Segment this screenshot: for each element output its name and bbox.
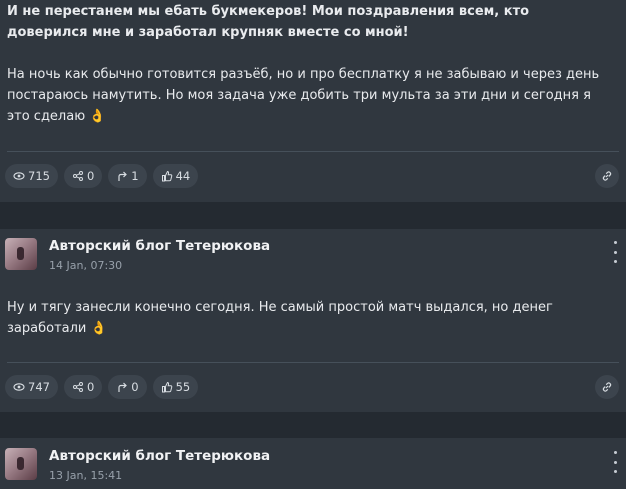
eye-icon: [13, 383, 25, 391]
views-count: 747: [28, 380, 50, 394]
author-name[interactable]: Авторский блог Тетерюкова: [49, 448, 270, 464]
post-card: Авторский блог Тетерюкова 14 Jan, 07:30 …: [0, 229, 626, 412]
post-text: Ну и тягу занесли конечно сегодня. Не са…: [7, 297, 607, 339]
divider: [7, 151, 619, 152]
post-date: 13 Jan, 15:41: [49, 469, 123, 482]
views-count: 715: [28, 169, 50, 183]
thumbs-up-icon: [161, 381, 172, 393]
share-button[interactable]: 0: [63, 164, 103, 188]
more-options-icon[interactable]: [610, 241, 620, 263]
shares-count: 0: [86, 380, 95, 394]
avatar[interactable]: [5, 448, 37, 480]
like-button[interactable]: 44: [152, 164, 199, 188]
post-stats: 747 0 0 55: [5, 375, 199, 399]
post-paragraph: И не перестанем мы ебать букмекеров! Мои…: [7, 4, 530, 40]
post-text: И не перестанем мы ебать букмекеров! Мои…: [7, 1, 607, 127]
post-stats: 715 0 1 44: [5, 164, 199, 188]
post-paragraph: На ночь как обычно готовится разъёб, но …: [7, 67, 600, 124]
post-date: 14 Jan, 07:30: [49, 259, 123, 272]
share-button[interactable]: 0: [63, 375, 103, 399]
divider: [7, 362, 619, 363]
more-options-icon[interactable]: [610, 451, 620, 473]
likes-count: 55: [175, 380, 191, 394]
avatar[interactable]: [5, 238, 37, 270]
author-name[interactable]: Авторский блог Тетерюкова: [49, 238, 270, 254]
share-icon: [72, 171, 83, 181]
post-paragraph: Ну и тягу занесли конечно сегодня. Не са…: [7, 300, 553, 336]
views-button[interactable]: 747: [5, 375, 58, 399]
forward-icon: [118, 382, 128, 392]
link-icon: [602, 171, 612, 181]
forward-button[interactable]: 1: [108, 164, 147, 188]
forward-button[interactable]: 0: [108, 375, 147, 399]
share-icon: [72, 382, 83, 392]
shares-count: 0: [86, 169, 95, 183]
like-button[interactable]: 55: [152, 375, 199, 399]
post-card: Авторский блог Тетерюкова 13 Jan, 15:41: [0, 438, 626, 489]
forward-icon: [118, 171, 128, 181]
views-button[interactable]: 715: [5, 164, 58, 188]
post-card: И не перестанем мы ебать букмекеров! Мои…: [0, 0, 626, 202]
copy-link-button[interactable]: [595, 375, 619, 399]
post-header: Авторский блог Тетерюкова 14 Jan, 07:30: [5, 238, 620, 274]
thumbs-up-icon: [161, 170, 172, 182]
link-icon: [602, 382, 612, 392]
copy-link-button[interactable]: [595, 164, 619, 188]
forwards-count: 0: [131, 380, 139, 394]
eye-icon: [13, 172, 25, 180]
post-header: Авторский блог Тетерюкова 13 Jan, 15:41: [5, 448, 620, 484]
likes-count: 44: [175, 169, 191, 183]
forwards-count: 1: [131, 169, 139, 183]
